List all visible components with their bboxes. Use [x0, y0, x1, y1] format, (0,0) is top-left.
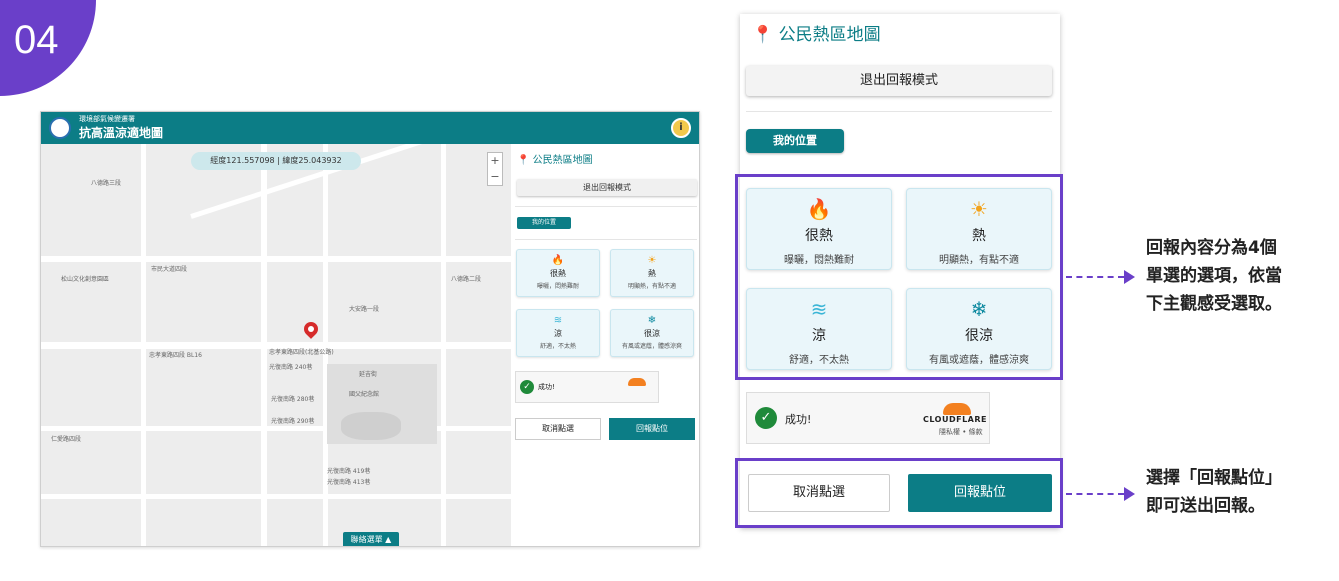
map-label: 光復南路 419巷: [327, 468, 371, 475]
check-icon: ✓: [755, 407, 777, 429]
agency-name: 環境部氣候變遷署: [79, 115, 135, 123]
report-panel-small: 📍 公民熱區地圖 退出回報模式 我的位置 🔥 很熱 曝曬，悶熱難耐 ☀ 熱 明顯…: [511, 144, 699, 546]
option-cool[interactable]: ≋ 涼 舒適，不太熱: [516, 309, 600, 357]
option-very-cool[interactable]: ❄ 很涼 有風或遮蔭，體感涼爽: [610, 309, 694, 357]
map-label: 市民大道四段: [151, 266, 188, 273]
map-label: 光復南路 280巷: [271, 396, 315, 403]
zoom-control[interactable]: + −: [487, 152, 503, 186]
map-label: 松山文化創意園區: [61, 276, 110, 283]
map-label: 忠孝東路四段 BL16: [149, 352, 203, 359]
option-very-hot[interactable]: 🔥 很熱 曝曬，悶熱難耐: [516, 249, 600, 297]
arrow-head-icon: [1124, 487, 1135, 501]
zoom-out-button[interactable]: −: [488, 169, 502, 185]
my-location-button[interactable]: 我的位置: [517, 217, 571, 229]
zoom-in-button[interactable]: +: [488, 153, 502, 169]
option-hot[interactable]: ☀ 熱 明顯熱，有點不適: [610, 249, 694, 297]
captcha-widget[interactable]: ✓ 成功! CLOUDFLARE 隱私權 • 條款: [746, 392, 990, 444]
app-screenshot: 環境部氣候變遷署 抗高溫涼適地圖 i 松山文化創意園區 市民大道四段 忠孝東路四…: [40, 111, 700, 547]
flame-icon: 🔥: [551, 255, 565, 266]
cloudflare-logo: CLOUDFLARE: [923, 415, 987, 424]
buttons-highlight: [735, 458, 1063, 528]
step-number: 04: [14, 18, 59, 62]
map-view[interactable]: 松山文化創意園區 市民大道四段 忠孝東路四段(北基公路) 忠孝東路四段 BL16…: [41, 144, 511, 546]
panel-title: 📍 公民熱區地圖: [517, 155, 593, 166]
snowflake-icon: ❄: [647, 315, 657, 326]
sun-icon: ☀: [647, 255, 657, 266]
callout-arrow: [1066, 493, 1124, 495]
map-label: 國父紀念館: [349, 391, 380, 398]
map-label: 忠孝東路四段(北基公路): [269, 349, 334, 356]
map-label: 延吉街: [359, 371, 378, 378]
map-label: 仁愛路四段: [51, 436, 82, 443]
submit-callout: 選擇「回報點位」 即可送出回報。: [1146, 468, 1282, 516]
options-highlight: [735, 174, 1063, 380]
info-icon[interactable]: i: [671, 118, 691, 138]
map-label: 光復南路 240巷: [269, 364, 313, 371]
cloudflare-cloud-icon: [943, 403, 971, 415]
divider: [746, 111, 1052, 112]
app-title: 抗高溫涼適地圖: [79, 126, 164, 140]
map-label: 八德路三段: [91, 180, 122, 187]
callout-arrow: [1066, 276, 1124, 278]
my-location-button[interactable]: 我的位置: [746, 129, 844, 153]
captcha-status: 成功!: [785, 413, 812, 426]
map-label: 八德路二段: [451, 276, 482, 283]
cloudflare-logo: [628, 378, 646, 386]
exit-report-mode-button[interactable]: 退出回報模式: [517, 179, 697, 196]
coordinate-readout: 經度121.557098 | 緯度25.043932: [191, 152, 361, 170]
map-label: 光復南路 290巷: [271, 418, 315, 425]
panel-title: 📍 公民熱區地圖: [752, 25, 881, 45]
wind-icon: ≋: [553, 315, 563, 326]
check-icon: ✓: [520, 380, 534, 394]
contact-menu-button[interactable]: 聯絡選單 ▲: [343, 532, 399, 546]
agency-logo: [49, 117, 71, 139]
map-label: 光復南路 413巷: [327, 479, 371, 486]
captcha-widget[interactable]: ✓ 成功!: [515, 371, 659, 403]
exit-report-mode-button[interactable]: 退出回報模式: [746, 66, 1052, 96]
submit-report-button[interactable]: 回報點位: [609, 418, 695, 440]
cancel-selection-button[interactable]: 取消點選: [515, 418, 601, 440]
map-pin-dot: [308, 326, 314, 332]
app-header: 環境部氣候變遷署 抗高溫涼適地圖 i: [41, 112, 699, 144]
pin-icon: 📍: [752, 25, 774, 45]
arrow-head-icon: [1124, 270, 1135, 284]
options-callout: 回報內容分為4個 單選的選項，依當 下主觀感受選取。: [1146, 238, 1282, 314]
captcha-links[interactable]: 隱私權 • 條款: [939, 427, 983, 437]
map-label: 大安路一段: [349, 306, 380, 313]
